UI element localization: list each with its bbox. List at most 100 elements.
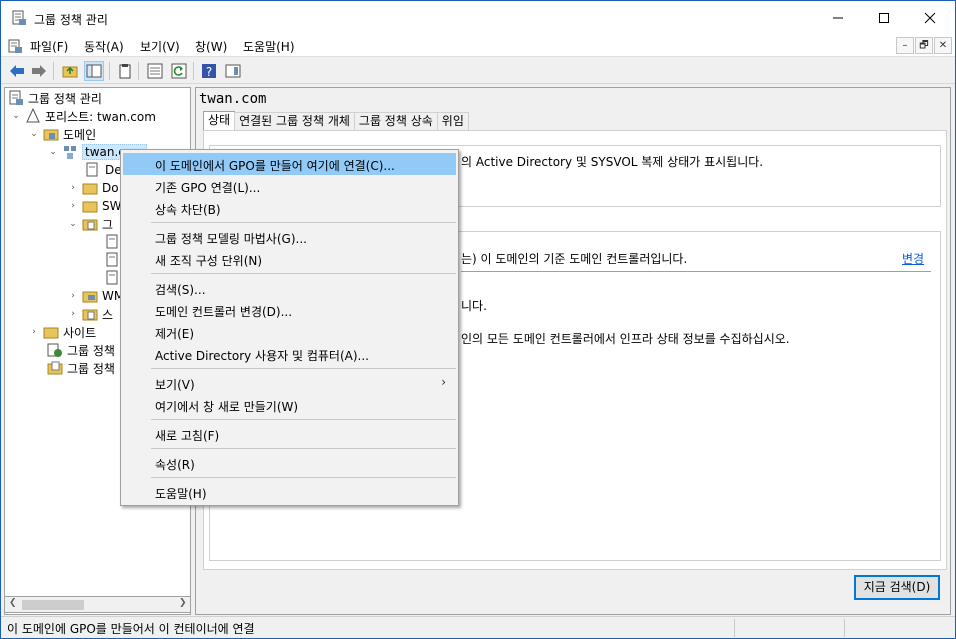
tree-item-label: 그룹 정책 관리 <box>28 91 102 106</box>
scroll-left-icon[interactable]: ❮ <box>9 598 17 608</box>
menu-item-new-window[interactable]: 여기에서 창 새로 만들기(W) <box>123 394 456 416</box>
toolbar: ? <box>1 58 955 84</box>
tree-item-label: 그룹 정책 <box>67 361 115 376</box>
collapse-chevron-icon[interactable]: ⌄ <box>48 147 58 157</box>
tab-linked-gpos[interactable]: 연결된 그룹 정책 개체 <box>234 112 355 131</box>
scroll-right-icon[interactable]: ❯ <box>179 598 187 608</box>
tree-item-label: 도메인 <box>63 127 97 142</box>
domains-folder-icon <box>43 129 59 141</box>
menu-bar: 파일(F) 동작(A) 보기(V) 창(W) 도움말(H) – 🗗 ✕ <box>1 35 955 57</box>
menu-file[interactable]: 파일(F) <box>30 38 68 55</box>
clipboard-icon <box>119 64 131 79</box>
collapse-chevron-icon[interactable]: ⌄ <box>11 111 21 121</box>
delete-button[interactable] <box>115 61 135 81</box>
forward-button[interactable] <box>29 61 49 81</box>
expand-chevron-icon[interactable]: › <box>68 183 78 193</box>
menu-action[interactable]: 동작(A) <box>84 38 124 55</box>
tree-horizontal-scrollbar[interactable]: ❮ ❯ <box>4 596 191 613</box>
tree-item-modeling[interactable]: 그룹 정책 <box>47 341 115 359</box>
menu-item-ad-users-computers[interactable]: Active Directory 사용자 및 컴퓨터(A)... <box>123 343 456 365</box>
gpo-link-icon <box>86 162 98 177</box>
tab-delegation[interactable]: 위임 <box>436 112 469 131</box>
back-button[interactable] <box>7 61 27 81</box>
expand-chevron-icon[interactable]: › <box>68 201 78 211</box>
tree-item-child-8[interactable]: › 스 <box>68 305 113 323</box>
menu-item-block-inheritance[interactable]: 상속 차단(B) <box>123 197 456 219</box>
tree-item-results[interactable]: 그룹 정책 <box>47 359 115 377</box>
tree-item-label: 포리스트: twan.com <box>45 109 156 124</box>
close-button[interactable] <box>907 1 953 35</box>
forest-icon <box>26 108 40 123</box>
menu-item-refresh[interactable]: 새로 고침(F) <box>123 423 456 445</box>
properties-button[interactable] <box>145 61 165 81</box>
status-description: 의 Active Directory 및 SYSVOL 복제 상태가 표시됩니다… <box>461 155 764 169</box>
maximize-button[interactable] <box>861 1 907 35</box>
help-icon: ? <box>202 64 216 79</box>
tree-item-label: 사이트 <box>63 325 97 340</box>
ou-folder-icon <box>82 183 98 195</box>
menu-item-help[interactable]: 도움말(H) <box>123 481 456 503</box>
tree-item-child-1[interactable]: › Do <box>68 179 118 197</box>
tree-item-child-3[interactable]: ⌄ 그 <box>68 215 113 233</box>
svg-text:?: ? <box>206 65 212 79</box>
tree-item-sites[interactable]: › 사이트 <box>29 323 96 341</box>
status-info-text: 니다. <box>461 299 487 313</box>
properties-icon <box>147 63 163 79</box>
tree-item-child-0[interactable]: De <box>85 161 122 179</box>
tab-inheritance[interactable]: 그룹 정책 상속 <box>353 112 438 131</box>
help-button[interactable]: ? <box>199 61 219 81</box>
collapse-chevron-icon[interactable]: ⌄ <box>29 129 39 139</box>
minimize-button[interactable] <box>815 1 861 35</box>
mdi-close-button[interactable]: ✕ <box>934 37 952 54</box>
tree-item-gpm-root[interactable]: 그룹 정책 관리 <box>8 89 102 107</box>
expand-chevron-icon[interactable]: › <box>68 291 78 301</box>
show-hide-tree-button[interactable] <box>84 61 104 81</box>
refresh-button[interactable] <box>169 61 189 81</box>
maximize-icon <box>879 13 889 23</box>
menu-view[interactable]: 보기(V) <box>140 38 180 55</box>
folder-up-icon <box>62 66 78 78</box>
status-bar: 이 도메인에 GPO를 만들어서 이 컨테이너에 연결 <box>1 616 955 638</box>
wmi-folder-icon <box>82 291 98 303</box>
gpo-icon <box>106 234 118 249</box>
scrollbar-thumb[interactable] <box>22 600 84 610</box>
up-folder-button[interactable] <box>60 61 80 81</box>
starter-gpo-folder-icon <box>82 309 98 321</box>
menu-item-link-existing-gpo[interactable]: 기존 GPO 연결(L)... <box>123 175 456 197</box>
menu-item-change-dc[interactable]: 도메인 컨트롤러 변경(D)... <box>123 299 456 321</box>
context-menu: 이 도메인에서 GPO를 만들어 여기에 연결(C)... 기존 GPO 연결(… <box>120 149 459 506</box>
domain-icon <box>64 146 76 159</box>
change-dc-link[interactable]: 변경 <box>902 250 924 267</box>
menu-item-new-ou[interactable]: 새 조직 구성 단위(N) <box>123 248 456 270</box>
sites-folder-icon <box>43 327 59 339</box>
tree-item-label: 그 <box>102 217 114 232</box>
title-bar: 그룹 정책 관리 <box>1 1 955 35</box>
expand-chevron-icon[interactable]: › <box>29 327 39 337</box>
menu-window[interactable]: 창(W) <box>195 38 227 55</box>
gpo-icon <box>106 270 118 285</box>
menu-item-view[interactable]: 보기(V) › <box>123 372 456 394</box>
ou-folder-icon <box>82 201 98 213</box>
detect-now-button[interactable]: 지금 검색(D) <box>854 575 940 600</box>
mdi-minimize-button[interactable]: – <box>896 37 914 54</box>
group-policy-app-icon <box>12 10 26 25</box>
menu-item-modeling-wizard[interactable]: 그룹 정책 모델링 마법사(G)... <box>123 226 456 248</box>
menu-item-remove[interactable]: 제거(E) <box>123 321 456 343</box>
mdi-restore-button[interactable]: 🗗 <box>915 37 933 54</box>
collect-info-text: 인의 모든 도메인 컨트롤러에서 인프라 상태 정보를 수집하십시오. <box>461 332 790 346</box>
menu-help[interactable]: 도움말(H) <box>243 38 295 55</box>
tree-item-forest[interactable]: ⌄ 포리스트: twan.com <box>11 107 156 125</box>
tree-item-label: 그룹 정책 <box>67 343 115 358</box>
menu-item-create-gpo-link[interactable]: 이 도메인에서 GPO를 만들어 여기에 연결(C)... <box>123 153 456 175</box>
tree-item-child-2[interactable]: › SW <box>68 197 121 215</box>
tree-item-child-7[interactable]: › WM <box>68 287 124 305</box>
tab-status[interactable]: 상태 <box>203 111 236 131</box>
menu-item-search[interactable]: 검색(S)... <box>123 277 456 299</box>
baseline-dc-text: 는) 이 도메인의 기준 도메인 컨트롤러입니다. <box>461 252 688 266</box>
show-action-pane-button[interactable] <box>223 61 243 81</box>
expand-chevron-icon[interactable]: › <box>68 309 78 319</box>
menu-item-properties[interactable]: 속성(R) <box>123 452 456 474</box>
collapse-chevron-icon[interactable]: ⌄ <box>68 219 78 229</box>
tree-item-label: 스 <box>102 307 114 322</box>
tree-item-domains[interactable]: ⌄ 도메인 <box>29 125 96 143</box>
